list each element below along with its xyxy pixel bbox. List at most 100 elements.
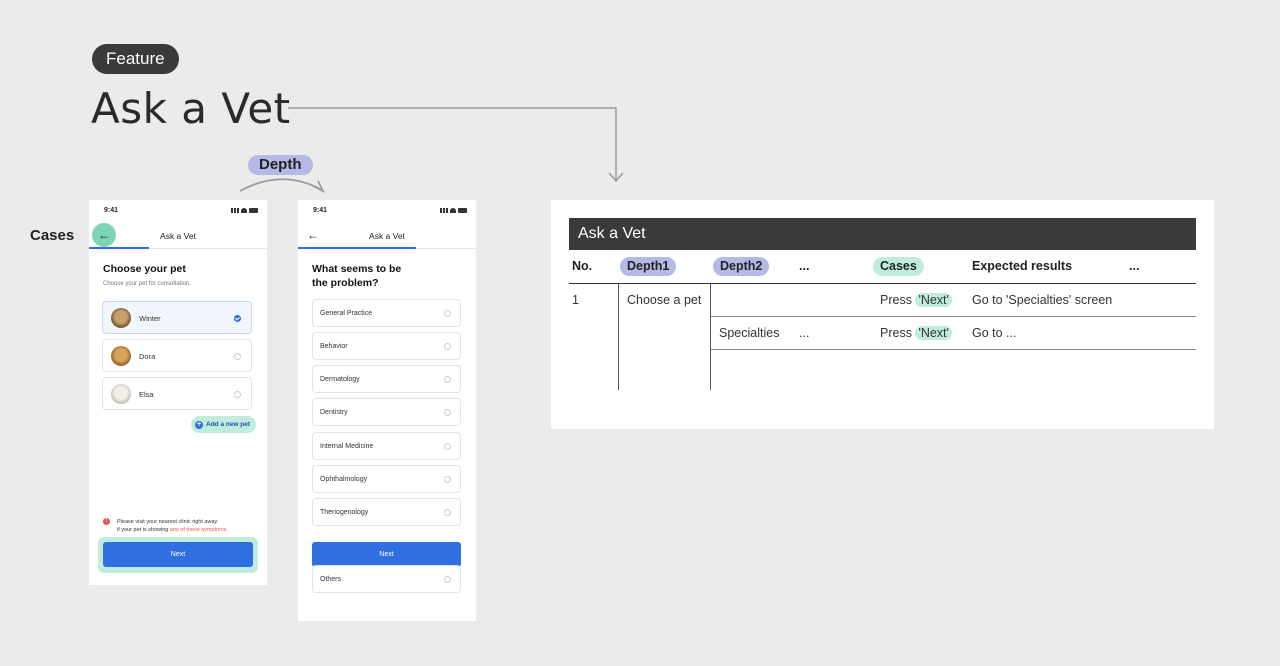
radio-icon [234, 353, 241, 360]
signal-icon [440, 208, 448, 213]
row2-cases: Press 'Next' [880, 326, 952, 340]
row-divider [710, 349, 1196, 350]
problem-option[interactable]: General Practice [312, 299, 461, 327]
status-icons [231, 208, 258, 213]
phone-problem-screen: 9:41 ← Ask a Vet What seems to be the pr… [298, 200, 476, 621]
cases-prefix: Press [880, 326, 916, 340]
row2-ellipsis: ... [799, 326, 810, 340]
col-ellipsis: ... [1129, 259, 1140, 273]
radio-icon [444, 509, 451, 516]
phone-choose-pet-screen: 9:41 ← Ask a Vet Choose your pet Choose … [89, 200, 267, 585]
header-divider [569, 283, 1196, 284]
pet-option-winter[interactable]: Winter [102, 301, 252, 334]
col-depth1: Depth1 [620, 257, 677, 276]
col-ellipsis: ... [799, 259, 810, 273]
col-divider [618, 284, 619, 390]
row2-expected: Go to ... [972, 326, 1017, 340]
notice-line1: Please visit your nearest clinic right a… [117, 519, 218, 525]
app-bar: ← Ask a Vet [89, 222, 267, 248]
problem-option[interactable]: Ophthalmology [312, 465, 461, 493]
row1-depth1: Choose a pet [627, 293, 702, 307]
option-label: Dentistry [320, 409, 348, 416]
page-title: Ask a Vet [91, 84, 291, 133]
heading-line2: the problem? [312, 277, 379, 289]
warning-icon: ! [103, 518, 110, 525]
row-divider [710, 316, 1196, 317]
table-title: Ask a Vet [569, 218, 1196, 250]
pet-name: Elsa [139, 390, 154, 399]
app-bar-title: Ask a Vet [160, 231, 196, 241]
status-icons [440, 208, 467, 213]
problem-option[interactable]: Behavior [312, 332, 461, 360]
depth-arrow-head [312, 180, 326, 194]
row1-no: 1 [572, 293, 579, 307]
status-bar: 9:41 [89, 200, 267, 222]
battery-icon [458, 208, 467, 213]
checked-radio-icon [234, 315, 241, 322]
option-label: Internal Medicine [320, 443, 374, 450]
test-case-table: Ask a Vet No. Depth1 Depth2 ... Cases Ex… [551, 200, 1214, 429]
row1-cases: Press 'Next' [880, 293, 952, 307]
radio-icon [444, 343, 451, 350]
option-label: Dermatology [320, 376, 360, 383]
signal-icon [231, 208, 239, 213]
plus-icon: + [195, 420, 203, 429]
col-cases: Cases [873, 257, 924, 276]
add-pet-label: Add a new pet [206, 421, 251, 428]
screen-heading: Choose your pet [103, 263, 186, 275]
wifi-icon [241, 208, 247, 213]
title-arrow-head [608, 172, 624, 183]
problem-option[interactable]: Dentistry [312, 398, 461, 426]
cases-quote: 'Next' [915, 293, 952, 307]
pet-name: Winter [139, 314, 161, 323]
radio-icon [444, 409, 451, 416]
radio-icon [234, 391, 241, 398]
app-bar-title: Ask a Vet [369, 231, 405, 241]
wifi-icon [450, 208, 456, 213]
depth-curve-arrow [239, 178, 323, 192]
next-button[interactable]: Next [312, 542, 461, 567]
problem-option-others[interactable]: Others [312, 565, 461, 593]
option-label: Others [320, 576, 342, 583]
radio-icon [444, 376, 451, 383]
next-button[interactable]: Next [103, 542, 253, 567]
cases-label: Cases [30, 227, 75, 244]
problem-option[interactable]: Internal Medicine [312, 432, 461, 460]
depth-label: Depth [248, 155, 313, 175]
pet-option-elsa[interactable]: Elsa [102, 377, 252, 410]
heading-line1: What seems to be [312, 263, 402, 275]
status-bar: 9:41 [298, 200, 476, 222]
symptoms-link[interactable]: any of these symptoms [170, 527, 227, 533]
cases-quote: 'Next' [915, 326, 952, 340]
col-depth2: Depth2 [713, 257, 770, 276]
progress-bar [298, 247, 416, 249]
problem-option[interactable]: Dermatology [312, 365, 461, 393]
radio-icon [444, 310, 451, 317]
pet-option-dora[interactable]: Dora [102, 339, 252, 372]
col-divider [710, 284, 711, 390]
col-expected: Expected results [972, 259, 1073, 273]
option-label: General Practice [320, 310, 373, 317]
col-no: No. [572, 259, 593, 273]
app-bar: ← Ask a Vet [298, 222, 476, 248]
status-time: 9:41 [313, 207, 328, 214]
progress-bar [89, 247, 149, 249]
option-label: Ophthalmology [320, 476, 368, 483]
problem-option[interactable]: Theriogenology [312, 498, 461, 526]
row2-depth2: Specialties [719, 326, 780, 340]
battery-icon [249, 208, 258, 213]
avatar [111, 384, 131, 404]
screen-subheading: Choose your pet for consultation. [103, 281, 192, 287]
add-new-pet-button[interactable]: + Add a new pet [191, 416, 257, 433]
radio-icon [444, 476, 451, 483]
radio-icon [444, 443, 451, 450]
option-label: Theriogenology [320, 509, 369, 516]
screen-heading: What seems to be the problem? [312, 262, 401, 290]
option-label: Behavior [320, 343, 348, 350]
feature-badge: Feature [92, 44, 179, 74]
status-time: 9:41 [104, 207, 119, 214]
row1-expected: Go to 'Specialties' screen [972, 293, 1113, 307]
radio-icon [444, 576, 451, 583]
title-to-table-arrow [288, 107, 617, 180]
pet-name: Dora [139, 352, 156, 361]
